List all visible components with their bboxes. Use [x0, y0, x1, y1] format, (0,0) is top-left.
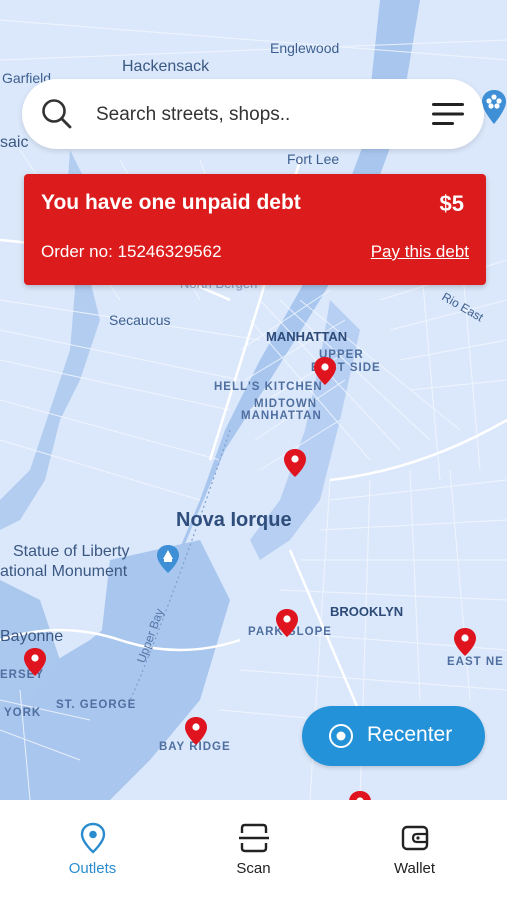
- target-icon: [329, 724, 353, 748]
- map-label-manhattan: MANHATTAN: [266, 329, 348, 344]
- pay-debt-link[interactable]: Pay this debt: [371, 242, 469, 262]
- outlet-pin[interactable]: [275, 608, 299, 638]
- outlet-pin[interactable]: [184, 716, 208, 746]
- map-label-hells-kitchen: HELL'S KITCHEN: [214, 381, 323, 393]
- map-label-brooklyn: BROOKLYN: [330, 604, 404, 619]
- wallet-icon: [401, 825, 429, 851]
- map-label-midtown-manhattan: MANHATTAN: [241, 410, 322, 422]
- map-label-statue-1: Statue of Liberty: [13, 543, 130, 560]
- debt-title: You have one unpaid debt: [41, 191, 301, 214]
- search-input[interactable]: [94, 99, 418, 131]
- map-label-hackensack: Hackensack: [122, 58, 210, 75]
- outlet-pin[interactable]: [348, 790, 372, 800]
- map-label-bayonne: Bayonne: [0, 628, 64, 645]
- outlet-pin[interactable]: [313, 356, 337, 386]
- search-bar[interactable]: [22, 79, 484, 149]
- bottom-nav: Outlets Scan Wallet: [0, 800, 507, 900]
- outlet-pin[interactable]: [283, 448, 307, 478]
- nav-item-outlets[interactable]: Outlets: [8, 800, 177, 900]
- outlet-pin[interactable]: [453, 627, 477, 657]
- recenter-button[interactable]: Recenter: [302, 706, 485, 766]
- search-icon[interactable]: [41, 98, 73, 130]
- nav-label-scan: Scan: [236, 860, 271, 877]
- monument-poi-icon[interactable]: [156, 544, 180, 574]
- map-label-st-george: ST. GEORGE: [56, 699, 137, 711]
- nav-label-outlets: Outlets: [68, 860, 117, 877]
- menu-icon[interactable]: [432, 101, 466, 127]
- recenter-label: Recenter: [367, 723, 453, 746]
- map-label-city: Nova Iorque: [176, 509, 292, 531]
- nav-label-wallet: Wallet: [393, 860, 436, 877]
- map-label-statue-2: ational Monument: [0, 563, 128, 580]
- location-pin-icon: [80, 822, 106, 854]
- map-label-englewood: Englewood: [270, 40, 340, 56]
- unpaid-debt-banner: You have one unpaid debt $5 Order no: 15…: [24, 174, 486, 285]
- map-label-passaic: saic: [0, 134, 29, 151]
- map-label-fort-lee: Fort Lee: [287, 151, 340, 167]
- debt-order-number: Order no: 15246329562: [41, 242, 222, 261]
- map-label-east-new-york: EAST NE: [447, 656, 504, 668]
- map-label-york: YORK: [4, 707, 42, 719]
- nav-item-wallet[interactable]: Wallet: [330, 800, 499, 900]
- scan-icon: [239, 823, 269, 853]
- map-label-midtown: MIDTOWN: [254, 398, 318, 410]
- debt-amount: $5: [439, 191, 464, 216]
- nav-item-scan[interactable]: Scan: [169, 800, 338, 900]
- flower-poi-icon[interactable]: [481, 89, 507, 125]
- outlet-pin[interactable]: [23, 647, 47, 677]
- map-label-secaucus: Secaucus: [109, 312, 171, 328]
